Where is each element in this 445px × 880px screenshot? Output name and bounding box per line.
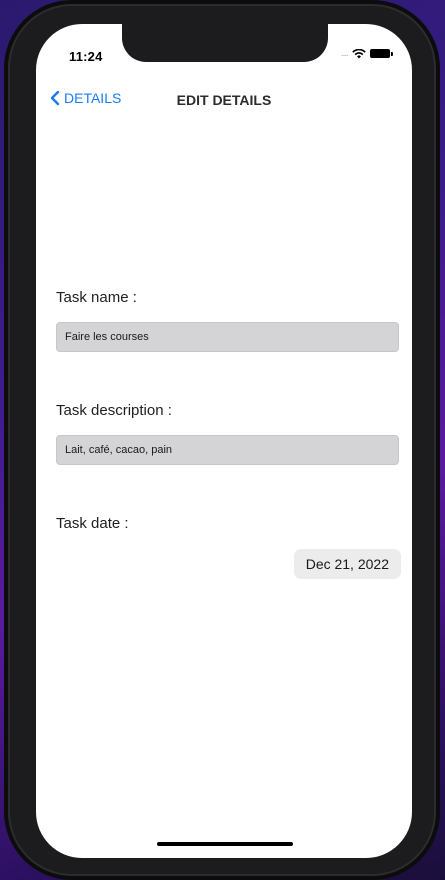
task-date-picker[interactable]: Dec 21, 2022 xyxy=(293,549,401,579)
camera-notch xyxy=(122,24,328,62)
status-icons: .... xyxy=(340,48,393,59)
task-description-field[interactable]: Lait, café, cacao, pain xyxy=(56,435,399,465)
task-name-field[interactable]: Faire les courses xyxy=(56,322,399,352)
status-time: 11:24 xyxy=(69,49,103,64)
task-name-label: Task name : xyxy=(56,289,137,306)
home-indicator[interactable] xyxy=(157,842,293,846)
app-screen: 11:24 .... DETAILS EDIT DETAILS Task nam… xyxy=(36,24,412,858)
battery-icon xyxy=(370,49,393,58)
navigation-bar: DETAILS EDIT DETAILS xyxy=(36,86,412,118)
task-name-value: Faire les courses xyxy=(65,331,149,343)
wifi-icon xyxy=(352,48,366,58)
task-date-label: Task date : xyxy=(56,515,129,532)
page-title: EDIT DETAILS xyxy=(176,92,272,108)
phone-frame: 11:24 .... DETAILS EDIT DETAILS Task nam… xyxy=(8,4,436,876)
cellular-signal: .... xyxy=(340,48,349,59)
task-description-label: Task description : xyxy=(56,402,172,419)
task-description-value: Lait, café, cacao, pain xyxy=(65,444,173,456)
